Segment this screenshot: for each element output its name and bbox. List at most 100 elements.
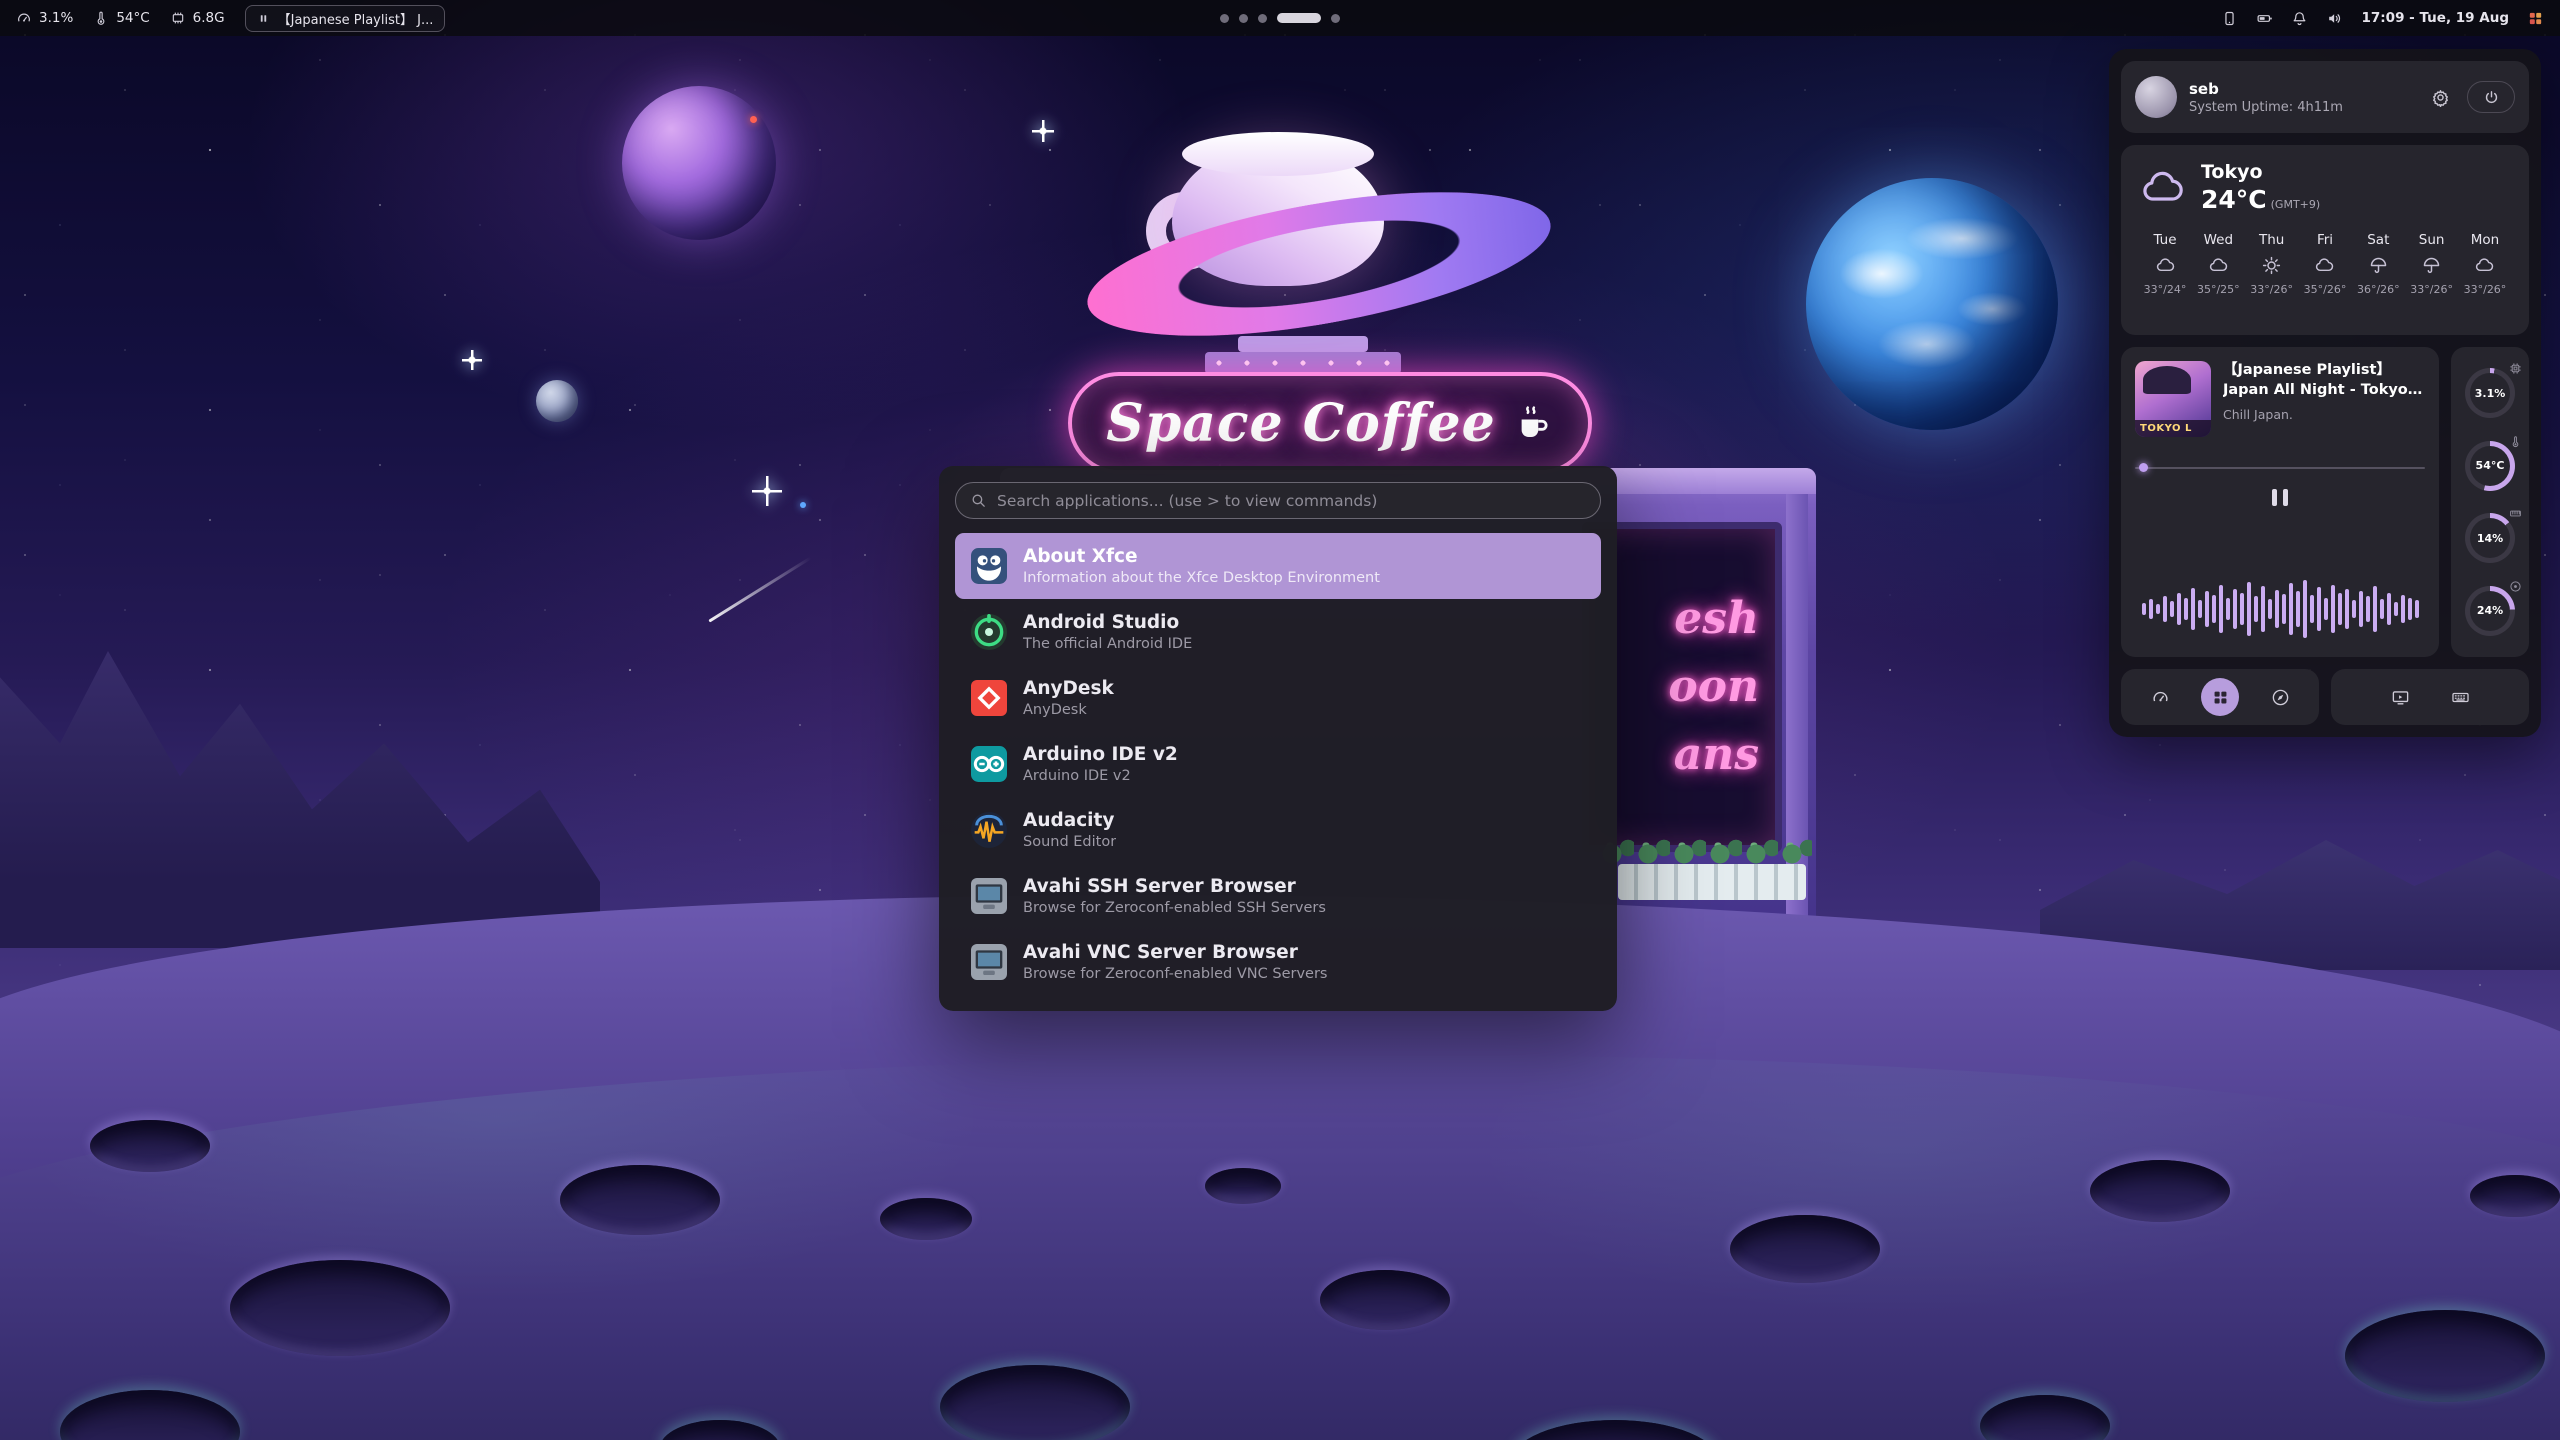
cloud-icon — [2314, 255, 2335, 276]
search-icon — [970, 492, 987, 509]
arduino-app-icon — [969, 744, 1009, 784]
sun-icon — [2261, 255, 2282, 276]
cloud-icon — [2155, 255, 2176, 276]
play-pause-button[interactable] — [2272, 489, 2288, 506]
system-uptime: System Uptime: 4h11m — [2189, 100, 2413, 115]
quick-actions-left — [2121, 669, 2319, 725]
forecast-day: Tue33°/24° — [2139, 232, 2191, 296]
tray: 17:09 - Tue, 19 Aug — [2221, 10, 2544, 27]
display-play-icon — [2391, 688, 2410, 707]
avahi-app-icon — [969, 876, 1009, 916]
thermometer-icon — [93, 10, 109, 26]
gauge-memory: 14% — [2451, 506, 2529, 570]
result-title: AnyDesk — [1023, 678, 1114, 699]
weather-card: Tokyo 24°C(GMT+9) Tue33°/24°Wed35°/25°Th… — [2121, 145, 2529, 335]
weather-city: Tokyo — [2201, 161, 2320, 183]
forecast-day: Fri35°/26° — [2299, 232, 2351, 296]
rain-icon — [2368, 255, 2389, 276]
result-subtitle: Browse for Zeroconf-enabled VNC Servers — [1023, 966, 1327, 982]
coffee-cup-icon — [1512, 402, 1554, 444]
weather-temperature: 24°C(GMT+9) — [2201, 185, 2320, 214]
widget-sidebar: seb System Uptime: 4h11m Tokyo 24°C(GMT+… — [2109, 49, 2541, 737]
keyboard-icon — [2451, 688, 2470, 707]
workspace-indicator — [1220, 13, 1340, 23]
power-button[interactable] — [2467, 81, 2515, 113]
speedometer-icon — [2151, 688, 2170, 707]
compass-icon — [2271, 688, 2290, 707]
track-subtitle: Chill Japan. — [2223, 407, 2425, 422]
launcher-result[interactable]: AnyDesk AnyDesk — [955, 665, 1601, 731]
user-card: seb System Uptime: 4h11m — [2121, 61, 2529, 133]
forecast-day: Wed35°/25° — [2192, 232, 2244, 296]
battery-icon[interactable] — [2256, 10, 2273, 27]
apps-grid-button[interactable] — [2201, 678, 2239, 716]
dashboard-button[interactable] — [2141, 678, 2179, 716]
keyboard-button[interactable] — [2441, 678, 2479, 716]
avatar — [2135, 76, 2177, 118]
compass-button[interactable] — [2261, 678, 2299, 716]
result-subtitle: AnyDesk — [1023, 702, 1114, 718]
search-input[interactable] — [997, 492, 1586, 510]
quick-actions-right — [2331, 669, 2529, 725]
result-subtitle: The official Android IDE — [1023, 636, 1192, 652]
pause-icon — [257, 12, 270, 25]
result-subtitle: Information about the Xfce Desktop Envir… — [1023, 570, 1380, 586]
app-grid-icon[interactable] — [2527, 10, 2544, 27]
rain-icon — [2421, 255, 2442, 276]
launcher-result[interactable]: Avahi SSH Server BrowserBrowse for Zeroc… — [955, 863, 1601, 929]
system-gauges: 3.1%54°C14%24% — [2451, 347, 2529, 657]
xfce-app-icon — [969, 546, 1009, 586]
memory-chip-icon — [170, 10, 186, 26]
power-icon — [2483, 89, 2500, 106]
progress-knob[interactable] — [2139, 463, 2148, 472]
workspace-dot[interactable] — [1239, 14, 1248, 23]
result-subtitle: Sound Editor — [1023, 834, 1116, 850]
track-progress[interactable] — [2135, 463, 2425, 473]
workspace-dot[interactable] — [1258, 14, 1267, 23]
result-title: Arduino IDE v2 — [1023, 744, 1178, 765]
neon-sign: Space Coffee — [1068, 372, 1592, 474]
track-title: 【Japanese Playlist】 Japan All Night - To… — [2223, 361, 2425, 400]
forecast-day: Mon33°/26° — [2459, 232, 2511, 296]
gauge-icon — [16, 10, 32, 26]
neon-sign-text: Space Coffee — [1106, 393, 1495, 454]
clock[interactable]: 17:09 - Tue, 19 Aug — [2361, 10, 2509, 26]
screen-record-button[interactable] — [2381, 678, 2419, 716]
music-player-card: TOKYO L 【Japanese Playlist】 Japan All Ni… — [2121, 347, 2439, 657]
launcher-result[interactable]: Arduino IDE v2 Arduino IDE v2 — [955, 731, 1601, 797]
forecast-day: Sat36°/26° — [2352, 232, 2404, 296]
gauge-cpu: 3.1% — [2451, 361, 2529, 425]
workspace-dot[interactable] — [1220, 14, 1229, 23]
android-studio-app-icon — [969, 612, 1009, 652]
weather-timezone: (GMT+9) — [2271, 198, 2321, 211]
workspace-dot[interactable] — [1277, 13, 1321, 23]
album-art-label: TOKYO L — [2135, 420, 2211, 437]
audacity-app-icon — [969, 810, 1009, 850]
launcher-result[interactable]: Avahi VNC Server Browser Browse for Zeroc… — [955, 929, 1601, 995]
giant-saturn-cup — [1120, 118, 1520, 354]
result-title: Audacity — [1023, 810, 1116, 831]
launcher-search[interactable] — [955, 482, 1601, 519]
weather-forecast: Tue33°/24°Wed35°/25°Thu33°/26°Fri35°/26°… — [2139, 232, 2511, 296]
speaker-icon[interactable] — [2326, 10, 2343, 27]
result-title: Avahi VNC Server Browser — [1023, 942, 1327, 963]
phone-icon[interactable] — [2221, 10, 2238, 27]
top-panel: 3.1% 54°C 6.8G 【Japanese Playlist】 J... … — [0, 0, 2560, 36]
result-title: About Xfce — [1023, 546, 1380, 567]
workspace-dot[interactable] — [1331, 14, 1340, 23]
result-subtitle: Arduino IDE v2 — [1023, 768, 1178, 784]
launcher-result[interactable]: About Xfce Information about the Xfce Des… — [955, 533, 1601, 599]
cloud-icon — [2139, 164, 2187, 212]
bell-icon[interactable] — [2291, 10, 2308, 27]
music-chip[interactable]: 【Japanese Playlist】 J... — [245, 5, 446, 32]
gauge-temperature: 54°C — [2451, 434, 2529, 498]
result-title: Android Studio — [1023, 612, 1192, 633]
temp-stat[interactable]: 54°C — [93, 10, 149, 26]
settings-button[interactable] — [2425, 82, 2455, 112]
grid-icon — [2211, 688, 2230, 707]
memory-stat[interactable]: 6.8G — [170, 10, 225, 26]
user-name: seb — [2189, 80, 2413, 98]
cpu-stat[interactable]: 3.1% — [16, 10, 73, 26]
launcher-result[interactable]: Audacity Sound Editor — [955, 797, 1601, 863]
launcher-result[interactable]: Android Studio The official Android IDE — [955, 599, 1601, 665]
